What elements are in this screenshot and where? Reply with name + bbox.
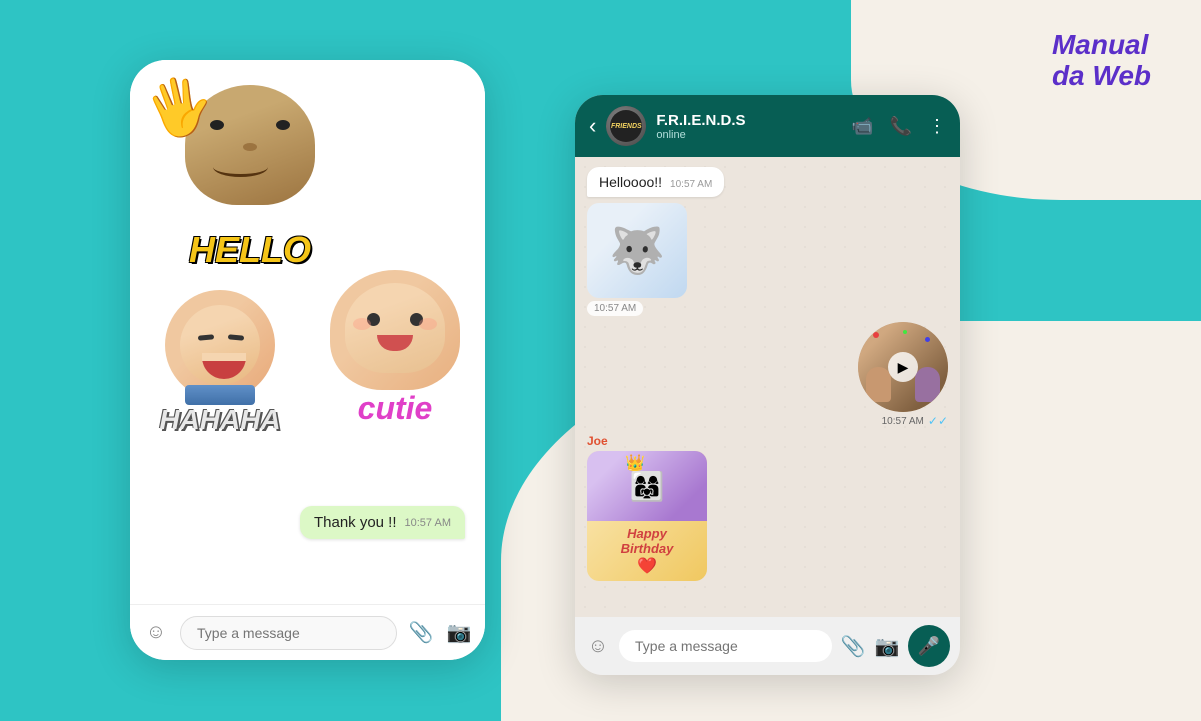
thank-you-time: 10:57 AM [405, 517, 451, 529]
mic-button[interactable]: 🎤 [908, 625, 950, 667]
emoji-icon[interactable]: ☺ [142, 619, 170, 647]
left-chat-area: 🖐️ HELLO [130, 60, 485, 604]
chat-area: Helloooo!! 10:57 AM 🐺 10:57 AM [575, 157, 960, 617]
birthday-sticker: 👩‍👩‍👧 👑 Happy Birthday ❤️ [587, 451, 707, 581]
check-marks: ✓✓ [928, 414, 948, 428]
cutie-text: cutie [315, 390, 475, 427]
contact-info: F.R.I.E.N.D.S online [656, 112, 841, 141]
video-message: ▶ 10:57 AM ✓✓ [858, 322, 948, 428]
joe-sticker-row: 👩‍👩‍👧 👑 Happy Birthday ❤️ [587, 451, 707, 581]
helloooo-time: 10:57 AM [670, 179, 712, 190]
dog-sticker-message: 🐺 10:57 AM [587, 203, 687, 316]
right-phone-frame: ‹ FRIENDS F.R.I.E.N.D.S online 📹 📞 ⋮ [575, 95, 960, 675]
right-camera-icon[interactable]: 📷 [874, 632, 900, 660]
helloooo-text: Helloooo!! [599, 174, 662, 190]
avatar: FRIENDS [606, 106, 646, 146]
message-helloooo: Helloooo!! 10:57 AM [587, 167, 724, 197]
video-time-row: 10:57 AM ✓✓ [882, 414, 948, 428]
hahaha-sticker: HAHAHA [140, 290, 300, 436]
joe-message-group: Joe 👩‍👩‍👧 👑 Happy Birthday ❤️ [587, 434, 707, 581]
heart-icon: ❤️ [621, 556, 674, 576]
attachment-icon[interactable]: 📎 [407, 619, 435, 647]
contact-status: online [656, 129, 841, 141]
back-button[interactable]: ‹ [589, 113, 596, 139]
left-input-bar: ☺ 📎 📷 [130, 604, 485, 660]
video-call-icon[interactable]: 📹 [851, 116, 873, 137]
dog-sticker-image: 🐺 [587, 203, 687, 298]
cutie-sticker: cutie [315, 270, 475, 427]
more-options-icon[interactable]: ⋮ [928, 116, 946, 137]
helloooo-bubble: Helloooo!! 10:57 AM [587, 167, 724, 197]
left-message-input[interactable] [180, 616, 397, 650]
left-phone: 🖐️ HELLO [130, 60, 485, 660]
hello-text: HELLO [150, 229, 350, 271]
hahaha-text: HAHAHA [140, 404, 300, 436]
right-emoji-icon[interactable]: ☺ [585, 632, 611, 660]
avatar-image: FRIENDS [606, 106, 646, 146]
right-attachment-icon[interactable]: 📎 [840, 632, 866, 660]
happy-birthday-text: Happy [621, 526, 674, 541]
hello-sticker: 🖐️ HELLO [150, 85, 350, 271]
left-phone-frame: 🖐️ HELLO [130, 60, 485, 660]
right-input-bar: ☺ 📎 📷 🎤 [575, 617, 960, 675]
contact-name: F.R.I.E.N.D.S [656, 112, 841, 129]
header-icons: 📹 📞 ⋮ [851, 116, 946, 137]
chat-header: ‹ FRIENDS F.R.I.E.N.D.S online 📹 📞 ⋮ [575, 95, 960, 157]
camera-icon[interactable]: 📷 [445, 619, 473, 647]
play-button[interactable]: ▶ [888, 352, 918, 382]
thank-you-bubble: Thank you !! 10:57 AM [300, 506, 465, 539]
logo-line2: da Web [1052, 61, 1151, 92]
video-time: 10:57 AM [882, 416, 924, 427]
birthday-text: Birthday [621, 541, 674, 556]
right-phone: ‹ FRIENDS F.R.I.E.N.D.S online 📹 📞 ⋮ [575, 95, 960, 675]
thank-you-text: Thank you !! [314, 514, 397, 531]
video-circle: ▶ [858, 322, 948, 412]
logo-line1: Manual [1052, 30, 1151, 61]
phone-icon[interactable]: 📞 [890, 116, 912, 137]
sender-label: Joe [587, 434, 707, 448]
dog-sticker-time: 10:57 AM [587, 301, 643, 316]
right-message-input[interactable] [619, 630, 832, 662]
logo: Manual da Web [1052, 30, 1151, 92]
dog-sticker-time-row: 10:57 AM [587, 301, 643, 316]
